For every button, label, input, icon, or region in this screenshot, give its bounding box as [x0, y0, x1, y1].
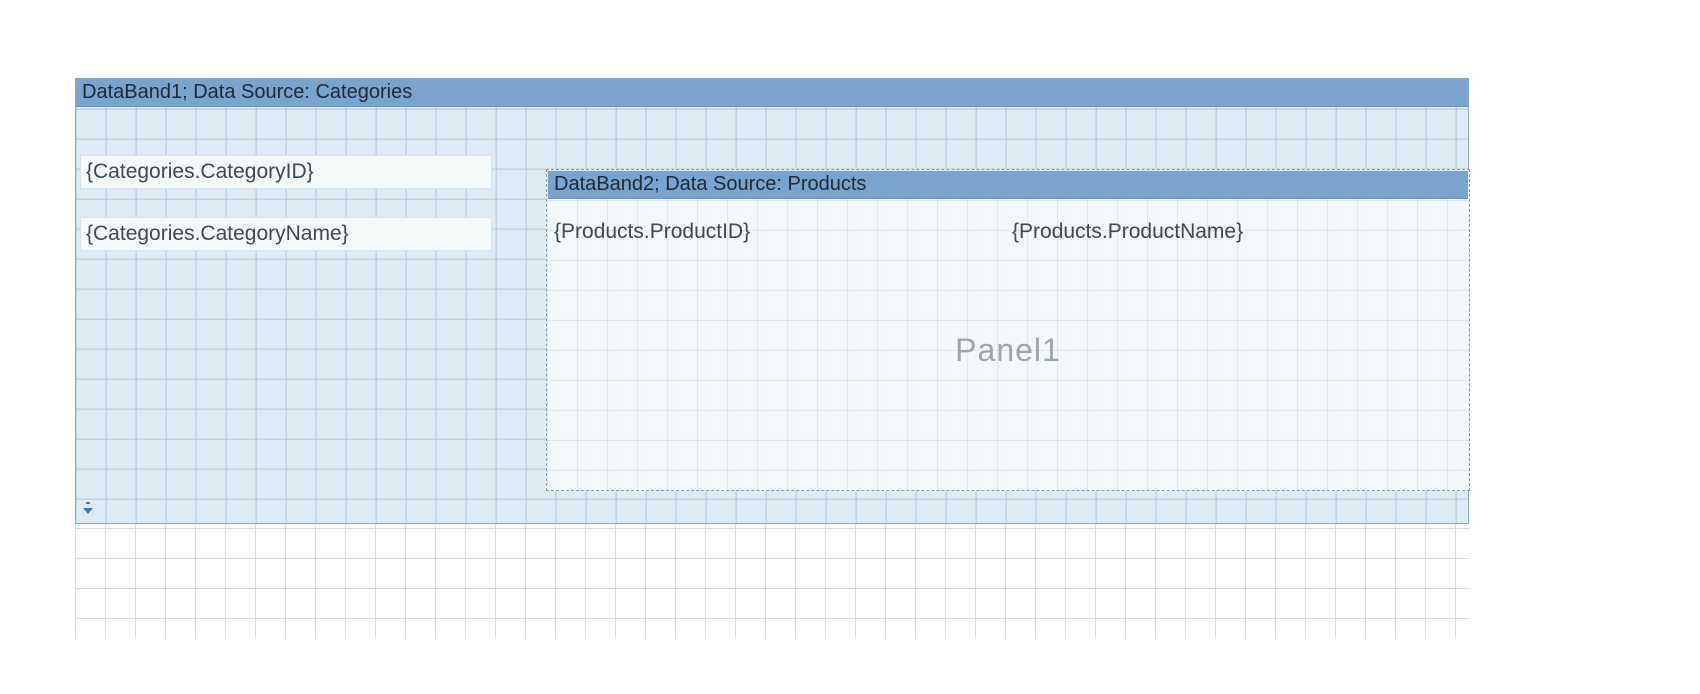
design-canvas[interactable]: DataBand1; Data Source: Categories {Cate…	[75, 78, 1469, 638]
panel1-watermark-text: Panel1	[955, 332, 1061, 369]
field-category-id[interactable]: {Categories.CategoryID}	[80, 155, 492, 189]
databand1-header[interactable]: DataBand1; Data Source: Categories	[76, 79, 1468, 107]
databand2-header[interactable]: DataBand2; Data Source: Products	[548, 171, 1468, 199]
field-category-name[interactable]: {Categories.CategoryName}	[80, 217, 492, 251]
band-resize-handle-icon[interactable]	[80, 501, 96, 517]
field-product-id[interactable]: {Products.ProductID}	[549, 216, 919, 250]
databand1[interactable]: DataBand1; Data Source: Categories {Cate…	[75, 78, 1469, 524]
field-product-name[interactable]: {Products.ProductName}	[1007, 216, 1377, 250]
panel1[interactable]: DataBand2; Data Source: Products {Produc…	[546, 169, 1470, 491]
